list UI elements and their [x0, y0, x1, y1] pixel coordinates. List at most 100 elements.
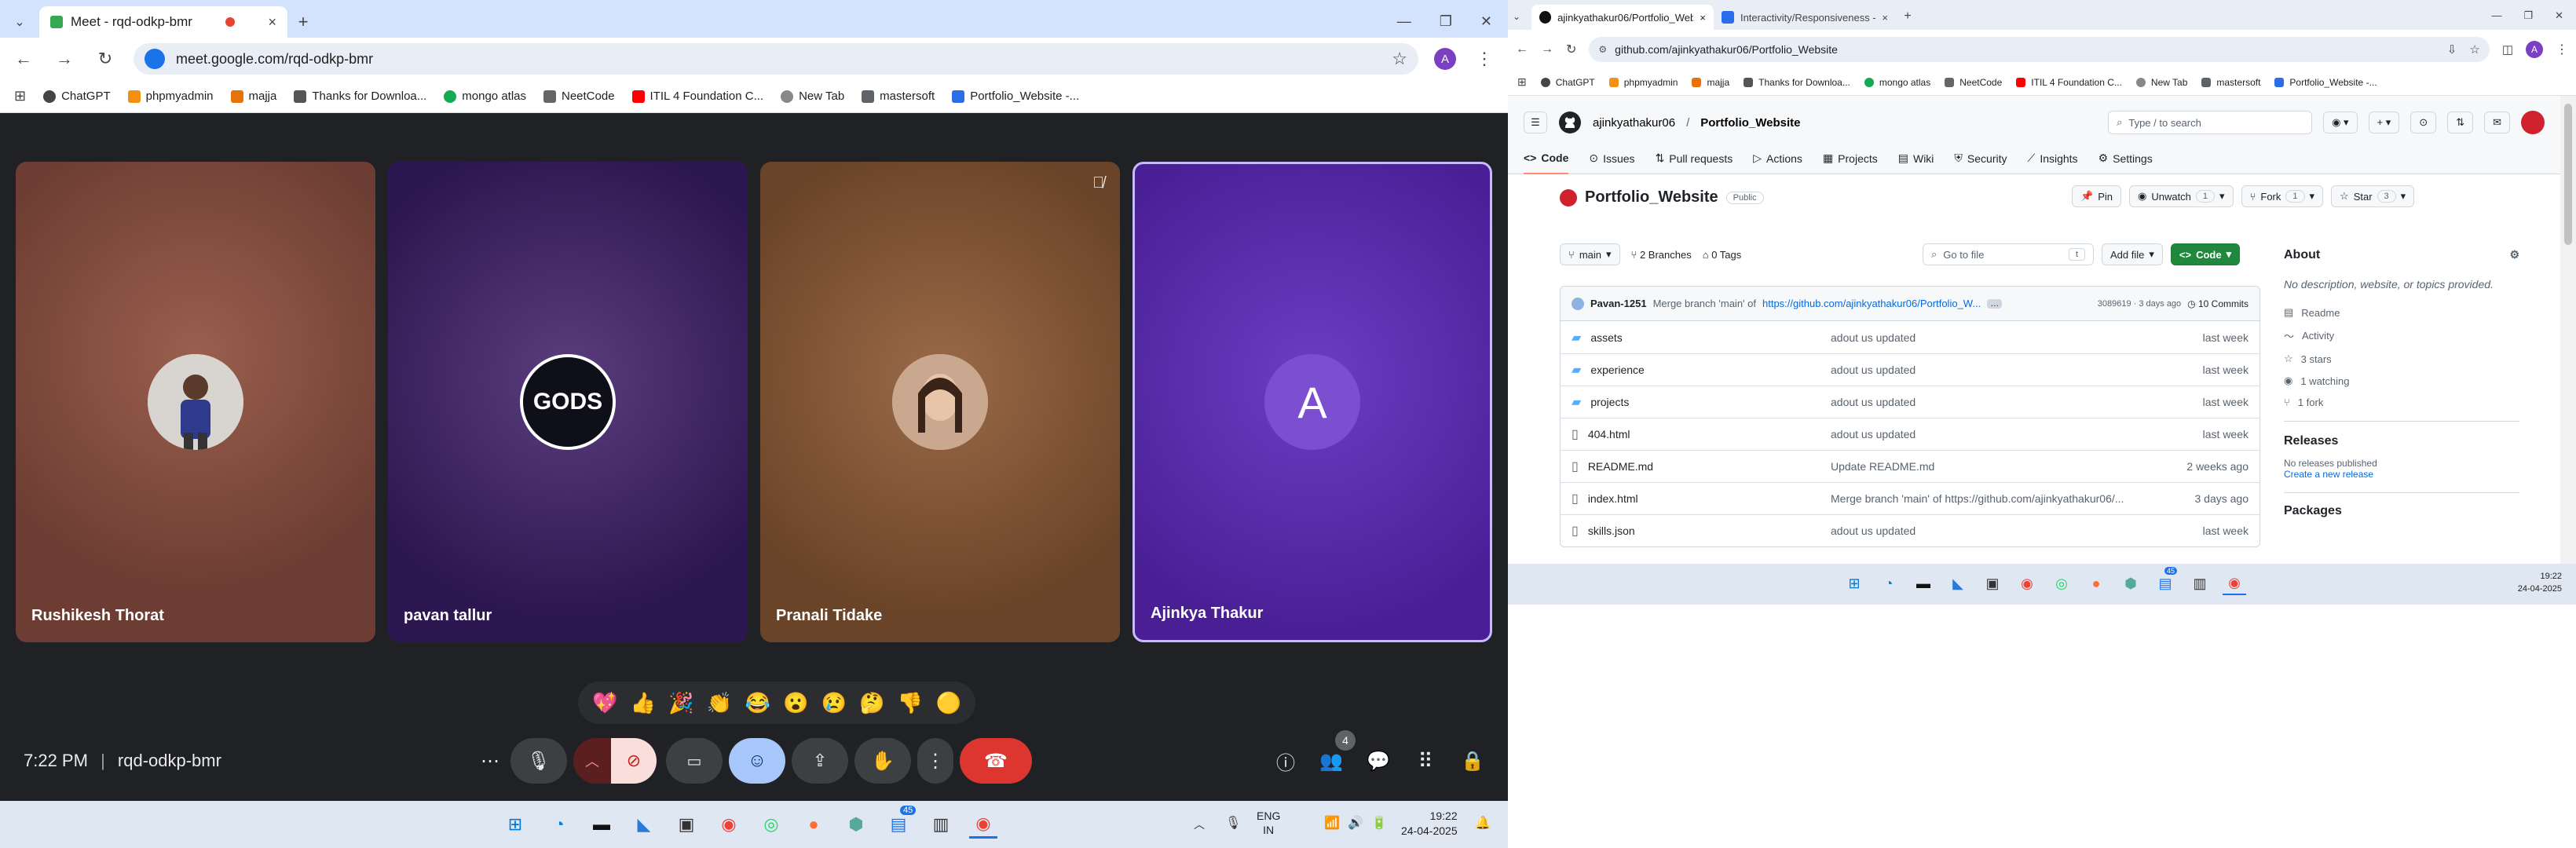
- chat-icon[interactable]: 💬: [1359, 741, 1398, 780]
- teams-icon[interactable]: ▤: [2153, 572, 2177, 595]
- reaction-party[interactable]: 🎉: [668, 691, 693, 715]
- file-explorer-icon[interactable]: ▣: [1981, 572, 2004, 595]
- install-icon[interactable]: ⇩: [2447, 42, 2457, 57]
- more-options-button[interactable]: ⋮: [917, 738, 953, 784]
- postman-icon[interactable]: ●: [2084, 572, 2108, 595]
- bookmark-thanks[interactable]: Thanks for Downloa...: [1744, 77, 1850, 88]
- minimize-icon[interactable]: —: [2491, 9, 2501, 22]
- file-commit-message[interactable]: adout us updated: [1831, 525, 2162, 537]
- chrome-icon[interactable]: ◉: [715, 810, 743, 839]
- camera-off-button[interactable]: ⊘: [611, 738, 657, 784]
- participant-tile-3[interactable]: 🎙̸ Pranali Tidake: [760, 162, 1120, 642]
- leave-call-button[interactable]: ☎: [960, 738, 1032, 784]
- nav-insights[interactable]: ⟋ Insights: [2028, 143, 2078, 174]
- bookmark-thanks[interactable]: Thanks for Downloa...: [294, 90, 426, 103]
- extensions-icon[interactable]: ◫: [2502, 42, 2513, 57]
- tab-github[interactable]: ajinkyathakur06/Portfolio_Webs ×: [1531, 5, 1714, 30]
- new-tab-icon[interactable]: +: [287, 6, 319, 38]
- issues-icon[interactable]: ⊙: [2410, 111, 2437, 133]
- app2-icon[interactable]: ▥: [927, 810, 955, 839]
- participant-tile-4[interactable]: A Ajinkya Thakur: [1132, 162, 1492, 642]
- user-avatar[interactable]: [2521, 111, 2545, 134]
- close-tab-icon[interactable]: ×: [1700, 12, 1706, 24]
- reload-icon[interactable]: ↻: [1566, 42, 1576, 57]
- reaction-thumbs-down[interactable]: 👎: [898, 691, 923, 715]
- search-input[interactable]: ⌕ Type / to search: [2108, 111, 2313, 134]
- commits-link[interactable]: ◷ 10 Commits: [2187, 298, 2249, 309]
- bookmark-star-icon[interactable]: ☆: [2469, 42, 2479, 57]
- windows-start-icon[interactable]: ⊞: [1842, 572, 1866, 595]
- file-name-link[interactable]: projects: [1590, 396, 1629, 408]
- site-info-icon[interactable]: ⚙: [1598, 44, 1607, 55]
- inbox-icon[interactable]: ✉: [2484, 111, 2510, 133]
- file-row[interactable]: ▯ README.md Update README.md 2 weeks ago: [1561, 450, 2259, 482]
- unwatch-button[interactable]: ◉ Unwatch 1 ▾: [2128, 185, 2234, 207]
- reaction-laugh[interactable]: 😂: [745, 691, 770, 715]
- captions-button[interactable]: ▭: [666, 738, 723, 784]
- bookmark-neetcode[interactable]: NeetCode: [1945, 77, 2002, 88]
- tab-search-chevron-icon[interactable]: ⌄: [1513, 11, 1531, 30]
- more-audio-options-icon[interactable]: ⋯: [473, 738, 507, 784]
- bookmark-newtab[interactable]: New Tab: [2135, 77, 2187, 88]
- nav-settings[interactable]: ⚙ Settings: [2098, 143, 2153, 174]
- menu-kebab-icon[interactable]: ⋮: [2556, 42, 2568, 57]
- camera-options-chevron-icon[interactable]: ︿: [573, 738, 611, 784]
- bookmark-majja[interactable]: majja: [230, 90, 276, 103]
- reaction-surprised[interactable]: 😮: [783, 691, 808, 715]
- pull-requests-icon[interactable]: ⇅: [2447, 111, 2474, 133]
- readme-link[interactable]: ▤ Readme: [2284, 306, 2519, 319]
- forward-icon[interactable]: →: [52, 46, 77, 71]
- file-name-link[interactable]: experience: [1590, 364, 1645, 376]
- create-release-link[interactable]: Create a new release: [2284, 469, 2519, 480]
- github-logo-icon[interactable]: [1558, 111, 1582, 134]
- whatsapp-icon[interactable]: ◎: [757, 810, 785, 839]
- activity-link[interactable]: 〜 Activity: [2284, 328, 2519, 343]
- watching-link[interactable]: ◉ 1 watching: [2284, 375, 2519, 387]
- battery-icon[interactable]: 🔋: [1371, 815, 1387, 831]
- file-explorer-icon[interactable]: ▣: [672, 810, 701, 839]
- terminal-icon[interactable]: ▬: [587, 810, 616, 839]
- windows-start-icon[interactable]: ⊞: [501, 810, 529, 839]
- bookmark-portfolio[interactable]: Portfolio_Website -...: [2274, 77, 2377, 88]
- file-row[interactable]: ▯ skills.json adout us updated last week: [1561, 514, 2259, 546]
- tags-link[interactable]: ⌂ 0 Tags: [1703, 249, 1742, 261]
- participant-tile-2[interactable]: GODS pavan tallur: [388, 162, 748, 642]
- nav-code[interactable]: <> Code: [1524, 143, 1569, 174]
- bookmark-newtab[interactable]: New Tab: [781, 90, 844, 103]
- file-row[interactable]: ▰ assets adout us updated last week: [1561, 321, 2259, 353]
- hamburger-menu-icon[interactable]: ☰: [1524, 111, 1547, 133]
- repo-owner-link[interactable]: ajinkyathakur06: [1593, 116, 1675, 130]
- tab-interactivity[interactable]: Interactivity/Responsiveness - ×: [1714, 5, 1896, 30]
- pin-button[interactable]: 📌 Pin: [2072, 185, 2121, 207]
- bookmark-phpmyadmin[interactable]: phpmyadmin: [1608, 77, 1678, 88]
- whatsapp-icon[interactable]: ◎: [2050, 572, 2073, 595]
- file-commit-message[interactable]: Update README.md: [1831, 460, 2162, 473]
- edge-icon[interactable]: ◔: [1877, 572, 1901, 595]
- releases-heading[interactable]: Releases: [2284, 434, 2519, 448]
- profile-avatar-icon[interactable]: A: [1434, 48, 1456, 70]
- app-icon[interactable]: ⬢: [2119, 572, 2142, 595]
- file-name-link[interactable]: assets: [1590, 331, 1622, 344]
- file-name-link[interactable]: skills.json: [1588, 525, 1635, 537]
- chrome-icon[interactable]: ◉: [2015, 572, 2039, 595]
- bookmark-majja[interactable]: majja: [1692, 77, 1729, 88]
- chrome-active-icon[interactable]: ◉: [969, 810, 997, 839]
- bookmark-star-icon[interactable]: ☆: [1392, 49, 1407, 69]
- create-new-button[interactable]: + ▾: [2368, 111, 2400, 133]
- bookmark-itil[interactable]: ITIL 4 Foundation C...: [2016, 77, 2122, 88]
- host-controls-lock-icon[interactable]: 🔒: [1453, 741, 1492, 780]
- bookmark-mongo[interactable]: mongo atlas: [444, 90, 526, 103]
- restore-icon[interactable]: ❐: [1440, 13, 1452, 30]
- add-file-button[interactable]: Add file ▾: [2102, 243, 2163, 265]
- commit-author[interactable]: Pavan-1251: [1590, 298, 1647, 309]
- repo-heading[interactable]: Portfolio_Website: [1585, 188, 1718, 207]
- microphone-button[interactable]: 🎙: [510, 738, 567, 784]
- gear-icon[interactable]: ⚙: [2509, 248, 2519, 262]
- wifi-icon[interactable]: 📶: [1324, 815, 1340, 831]
- fork-button[interactable]: ⑂ Fork 1 ▾: [2241, 185, 2324, 207]
- nav-issues[interactable]: ⊙ Issues: [1589, 143, 1634, 174]
- apps-grid-icon[interactable]: ⊞: [14, 88, 26, 104]
- taskbar-clock[interactable]: 19:22 24-04-2025: [2518, 570, 2562, 595]
- back-icon[interactable]: ←: [1516, 42, 1528, 57]
- file-commit-message[interactable]: adout us updated: [1831, 331, 2162, 344]
